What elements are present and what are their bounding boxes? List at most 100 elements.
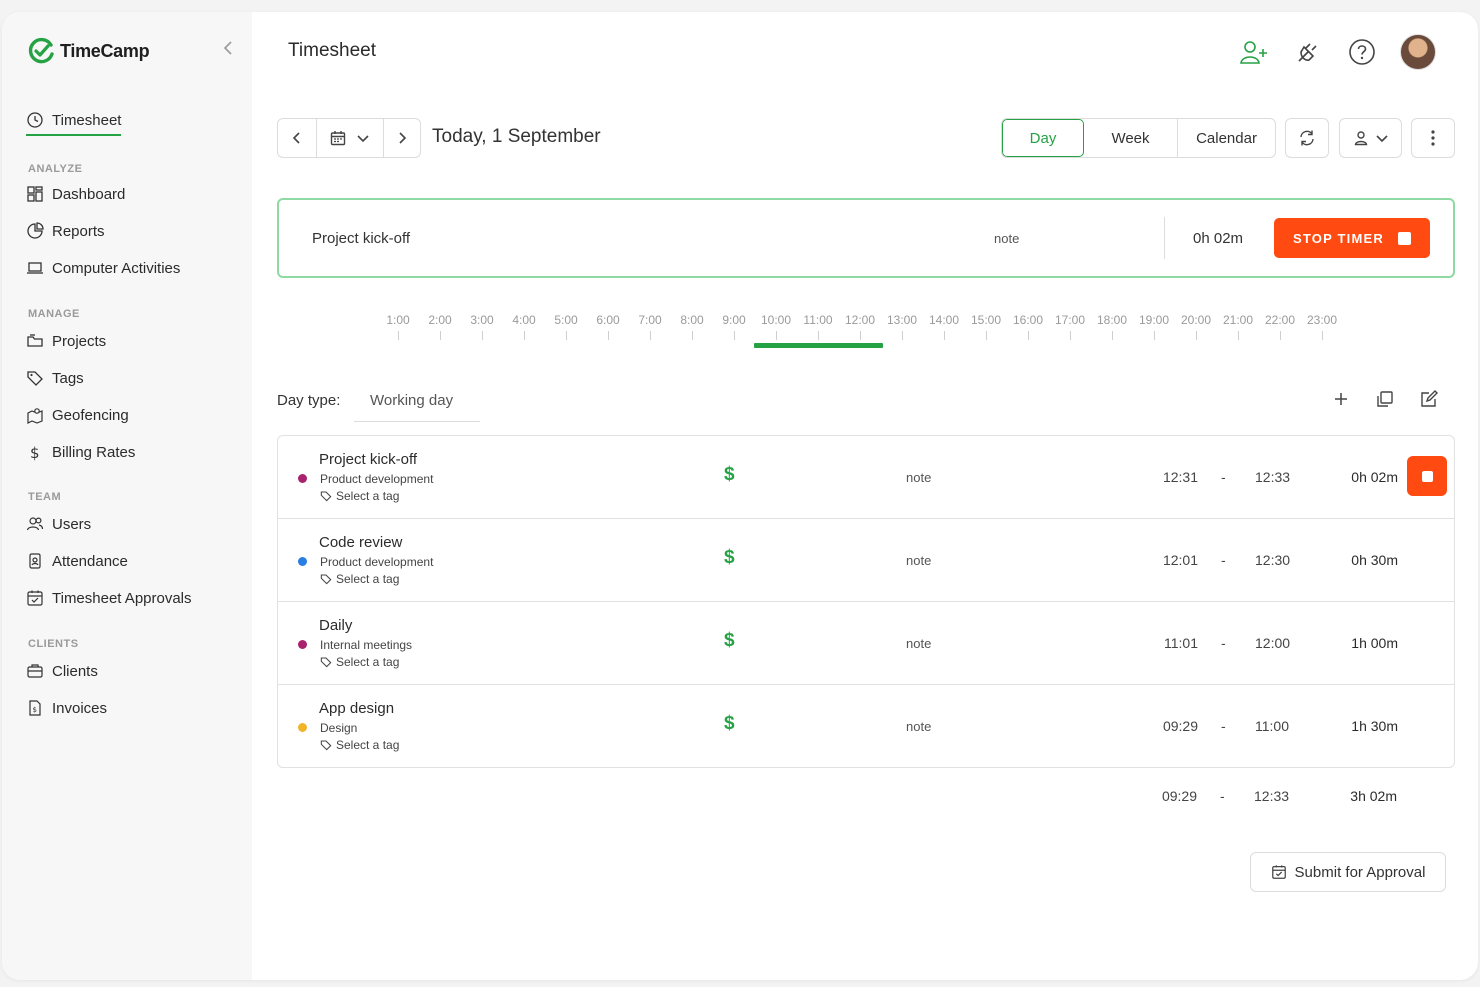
timeline-tick xyxy=(860,331,861,340)
day-type-select[interactable]: Working day xyxy=(354,380,480,422)
stop-icon xyxy=(1421,470,1433,482)
previous-day-button[interactable] xyxy=(277,118,317,158)
sidebar-item-label: Tags xyxy=(52,369,84,387)
project-color-dot xyxy=(298,474,307,483)
help-button[interactable] xyxy=(1346,36,1378,68)
more-options-button[interactable] xyxy=(1411,118,1455,158)
bulk-edit-button[interactable] xyxy=(1418,388,1440,410)
entry-start-time[interactable]: 09:29 xyxy=(1128,718,1198,734)
timeline-hour-label: 22:00 xyxy=(1264,313,1296,327)
sidebar-item-attendance[interactable]: Attendance xyxy=(26,550,128,572)
entry-actions xyxy=(1330,388,1440,410)
time-separator: - xyxy=(1221,635,1226,651)
time-entry-row[interactable]: Code review Product development Select a… xyxy=(278,519,1454,602)
logo[interactable]: TimeCamp xyxy=(26,36,150,66)
add-entry-button[interactable] xyxy=(1330,388,1352,410)
timer-note[interactable]: note xyxy=(994,231,1019,246)
timeline-hour-label: 2:00 xyxy=(428,313,452,327)
sidebar-item-clients[interactable]: Clients xyxy=(26,660,98,682)
timeline-tick xyxy=(1070,331,1071,340)
select-tag[interactable]: Select a tag xyxy=(320,489,399,503)
select-tag[interactable]: Select a tag xyxy=(320,738,399,752)
sidebar-item-label: Attendance xyxy=(52,552,128,570)
timer-task-name[interactable]: Project kick-off xyxy=(312,230,410,247)
entry-note[interactable]: note xyxy=(906,553,931,568)
entry-task[interactable]: Project kick-off xyxy=(319,451,417,468)
timecamp-logo-icon xyxy=(28,37,54,64)
entry-start-time[interactable]: 12:01 xyxy=(1128,552,1198,568)
entry-duration[interactable]: 1h 30m xyxy=(1308,718,1398,734)
entry-end-time[interactable]: 12:33 xyxy=(1255,469,1290,485)
tag-icon xyxy=(27,371,43,386)
collapse-sidebar-button[interactable] xyxy=(220,36,236,60)
stop-entry-button[interactable] xyxy=(1407,456,1447,496)
entry-end-time[interactable]: 11:00 xyxy=(1255,718,1289,734)
help-icon xyxy=(1349,39,1375,65)
entry-start-time[interactable]: 12:31 xyxy=(1128,469,1198,485)
integrations-button[interactable] xyxy=(1292,36,1324,68)
timeline-hour-label: 3:00 xyxy=(470,313,494,327)
entry-end-time[interactable]: 12:00 xyxy=(1255,635,1290,651)
timer-duration: 0h 02m xyxy=(1193,230,1244,247)
entry-note[interactable]: note xyxy=(906,719,931,734)
entry-project[interactable]: Internal meetings xyxy=(320,638,412,652)
sidebar-item-billing-rates[interactable]: $ Billing Rates xyxy=(26,441,135,463)
entry-duration[interactable]: 0h 02m xyxy=(1308,469,1398,485)
stop-timer-button[interactable]: STOP TIMER xyxy=(1274,218,1430,258)
entry-end-time[interactable]: 12:30 xyxy=(1255,552,1290,568)
date-picker-button[interactable] xyxy=(316,118,384,158)
sidebar-item-label: Billing Rates xyxy=(52,443,136,461)
select-tag[interactable]: Select a tag xyxy=(320,572,399,586)
select-tag[interactable]: Select a tag xyxy=(320,655,399,669)
sidebar-item-reports[interactable]: Reports xyxy=(26,220,105,242)
tag-label: Select a tag xyxy=(336,572,400,586)
billable-toggle[interactable]: $ xyxy=(724,630,735,652)
entry-note[interactable]: note xyxy=(906,470,931,485)
total-start-time: 09:29 xyxy=(1161,788,1197,804)
invite-user-button[interactable] xyxy=(1238,36,1270,68)
sidebar-item-geofencing[interactable]: Geofencing xyxy=(26,404,129,426)
sidebar-item-timesheet-approvals[interactable]: Timesheet Approvals xyxy=(26,587,192,609)
header-actions xyxy=(1238,34,1436,70)
avatar[interactable] xyxy=(1400,34,1436,70)
time-entry-row[interactable]: Project kick-off Product development Sel… xyxy=(278,436,1454,519)
sidebar-item-computer-activities[interactable]: Computer Activities xyxy=(26,257,180,279)
time-entry-row[interactable]: Daily Internal meetings Select a tag $ n… xyxy=(278,602,1454,685)
add-user-icon xyxy=(1240,41,1267,64)
entry-task[interactable]: Daily xyxy=(319,617,352,634)
entry-project[interactable]: Product development xyxy=(320,472,433,486)
edit-icon xyxy=(1421,390,1438,407)
billable-toggle[interactable]: $ xyxy=(724,713,735,735)
sidebar-item-projects[interactable]: Projects xyxy=(26,330,106,352)
entry-duration[interactable]: 1h 00m xyxy=(1308,635,1398,651)
tag-label: Select a tag xyxy=(336,738,400,752)
entry-task[interactable]: App design xyxy=(319,700,394,717)
entry-task[interactable]: Code review xyxy=(319,534,402,551)
submit-for-approval-button[interactable]: Submit for Approval xyxy=(1250,852,1446,892)
tab-day[interactable]: Day xyxy=(1002,119,1084,157)
tab-week[interactable]: Week xyxy=(1084,119,1178,157)
sidebar-item-timesheet[interactable]: Timesheet xyxy=(26,108,122,136)
entry-start-time[interactable]: 11:01 xyxy=(1128,635,1198,651)
refresh-button[interactable] xyxy=(1285,118,1329,158)
sidebar-item-dashboard[interactable]: Dashboard xyxy=(26,183,125,205)
copy-entries-button[interactable] xyxy=(1374,388,1396,410)
entry-project[interactable]: Product development xyxy=(320,555,433,569)
sidebar-item-tags[interactable]: Tags xyxy=(26,367,84,389)
section-label-manage: MANAGE xyxy=(28,308,80,320)
timeline-hour-label: 7:00 xyxy=(638,313,662,327)
tab-calendar[interactable]: Calendar xyxy=(1178,119,1275,157)
time-entry-row[interactable]: App design Design Select a tag $ note 09… xyxy=(278,685,1454,768)
timeline-hour-label: 11:00 xyxy=(803,313,833,327)
user-filter-dropdown[interactable] xyxy=(1339,118,1402,158)
entry-duration[interactable]: 0h 30m xyxy=(1308,552,1398,568)
billable-toggle[interactable]: $ xyxy=(724,464,735,486)
entry-note[interactable]: note xyxy=(906,636,931,651)
time-separator: - xyxy=(1221,552,1226,568)
sidebar-item-users[interactable]: Users xyxy=(26,513,91,535)
pie-chart-icon xyxy=(27,222,44,239)
next-day-button[interactable] xyxy=(383,118,421,158)
billable-toggle[interactable]: $ xyxy=(724,547,735,569)
entry-project[interactable]: Design xyxy=(320,721,357,735)
sidebar-item-invoices[interactable]: $ Invoices xyxy=(26,697,107,719)
